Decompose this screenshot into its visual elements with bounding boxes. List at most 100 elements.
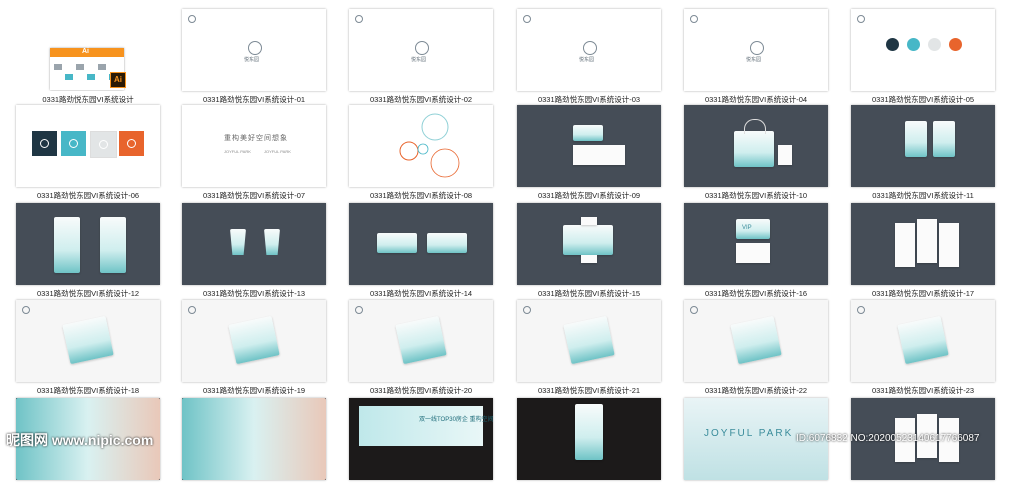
thumbnail-image: 悦东园 (349, 9, 493, 91)
thumbnail-image (517, 203, 661, 285)
stationery-mockup (563, 315, 615, 365)
file-thumbnail[interactable]: 0331路劲悦东园VI系统设计-10 (684, 105, 828, 200)
file-thumbnail[interactable]: 0331路劲悦东园VI系统设计-08 (349, 105, 493, 200)
joyful-wordmark: JOYFUL PARK (264, 149, 291, 154)
file-thumbnail[interactable]: Ai Ai 0331路劲悦东园VI系统设计 (16, 9, 160, 104)
ai-header-label: Ai (82, 48, 89, 55)
corner-logo-icon (188, 15, 196, 23)
thumbnail-image (851, 105, 995, 187)
thumbnail-caption: 0331路劲悦东园VI系统设计-03 (537, 95, 641, 104)
file-thumbnail[interactable] (517, 398, 661, 493)
file-thumbnail[interactable]: JOYFUL PARK (684, 398, 828, 493)
thumbnail-image: 悦东园 (517, 9, 661, 91)
stationery-mockup (62, 315, 114, 365)
file-thumbnail[interactable]: 重构美好空间想象 JOYFUL PARK JOYFUL PARK 0331路劲悦东园V… (182, 105, 326, 200)
thumbnail-caption: 0331路劲悦东园VI系统设计-12 (36, 289, 140, 298)
folder-panel (54, 217, 80, 273)
file-thumbnail[interactable]: 0331路劲悦东园VI系统设计-19 (182, 300, 326, 395)
paper-cup (264, 229, 280, 255)
thumbnail-image (517, 300, 661, 382)
thumbnail-caption: 0331路劲悦东园VI系统设计-01 (202, 95, 306, 104)
corner-logo-icon (22, 306, 30, 314)
billboard-panel: 双一线TOP30房企 重构空间想象 (359, 406, 493, 446)
thumbnail-image (16, 300, 160, 382)
file-thumbnail[interactable] (851, 398, 995, 493)
thumbnail-caption: 0331路劲悦东园VI系统设计-18 (36, 386, 140, 395)
stationery-mockup (228, 315, 280, 365)
envelope (933, 121, 955, 157)
file-thumbnail[interactable]: 0331路劲悦东园VI系统设计-12 (16, 203, 160, 298)
file-thumbnail[interactable]: 悦东园 0331路劲悦东园VI系统设计-02 (349, 9, 493, 104)
thumbnail-caption: 0331路劲悦东园VI系统设计-04 (704, 95, 808, 104)
logo-label: 悦东园 (244, 57, 260, 63)
thumbnail-image (517, 105, 661, 187)
corner-logo-icon (690, 15, 698, 23)
corner-logo-icon (188, 306, 196, 314)
vip-label: VIP (742, 225, 752, 231)
ai-thumb (76, 64, 84, 70)
envelope-wide (377, 233, 417, 253)
thumbnail-caption: 0331路劲悦东园VI系统设计-23 (871, 386, 975, 395)
business-card (573, 125, 603, 141)
corner-logo-icon (857, 306, 865, 314)
corner-logo-icon (523, 306, 531, 314)
thumbnail-image: VIP (684, 203, 828, 285)
file-thumbnail[interactable]: 0331路劲悦东园VI系统设计-22 (684, 300, 828, 395)
thumbnail-image: Ai Ai (16, 9, 160, 91)
color-swatch (907, 38, 920, 51)
stationery-mockup (897, 315, 949, 365)
thumbnail-caption: 0331路劲悦东园VI系统设计-07 (202, 191, 306, 200)
document-page (939, 223, 959, 267)
file-thumbnail[interactable]: 悦东园 0331路劲悦东园VI系统设计-03 (517, 9, 661, 104)
file-thumbnail[interactable]: 0331路劲悦东园VI系统设计-05 (851, 9, 995, 104)
thumbnail-image (16, 203, 160, 285)
file-thumbnail[interactable] (182, 398, 326, 493)
logo-on-color (119, 131, 144, 156)
file-thumbnail[interactable]: 0331路劲悦东园VI系统设计-15 (517, 203, 661, 298)
thumbnail-image (182, 300, 326, 382)
logo-on-color (61, 131, 86, 156)
box-flap (581, 217, 597, 225)
file-thumbnail[interactable]: 0331路劲悦东园VI系统设计-11 (851, 105, 995, 200)
color-swatch (949, 38, 962, 51)
ai-file-icon: Ai (110, 72, 126, 88)
poster-visual (182, 398, 326, 480)
corner-logo-icon (355, 15, 363, 23)
thumbnail-caption: 0331路劲悦东园VI系统设计-10 (704, 191, 808, 200)
file-thumbnail[interactable]: 双一线TOP30房企 重构空间想象 (349, 398, 493, 493)
file-thumbnail[interactable]: 0331路劲悦东园VI系统设计-18 (16, 300, 160, 395)
thumbnail-image (16, 105, 160, 187)
file-thumbnail[interactable]: 0331路劲悦东园VI系统设计-09 (517, 105, 661, 200)
logo-label: 悦东园 (411, 57, 427, 63)
bag-handle (744, 119, 766, 134)
thumbnail-image: 双一线TOP30房企 重构空间想象 (349, 398, 493, 480)
thumbnail-caption: 0331路劲悦东园VI系统设计-02 (369, 95, 473, 104)
joyful-wordmark: JOYFUL PARK (224, 149, 251, 154)
joyful-title: JOYFUL PARK (704, 428, 794, 439)
logo-label: 悦东园 (579, 57, 595, 63)
file-thumbnail[interactable]: 0331路劲悦东园VI系统设计-20 (349, 300, 493, 395)
file-thumbnail[interactable]: 0331路劲悦东园VI系统设计-13 (182, 203, 326, 298)
thumbnail-image (349, 105, 493, 187)
paper-cup (230, 229, 246, 255)
corner-logo-icon (523, 15, 531, 23)
thumbnail-image: 重构美好空间想象 JOYFUL PARK JOYFUL PARK (182, 105, 326, 187)
file-thumbnail[interactable]: 0331路劲悦东园VI系统设计-23 (851, 300, 995, 395)
logo-mark-icon (415, 41, 429, 55)
file-thumbnail[interactable]: 0331路劲悦东园VI系统设计-14 (349, 203, 493, 298)
circle-pattern (399, 113, 460, 178)
tote-bag (734, 131, 774, 167)
file-thumbnail[interactable]: 悦东园 0331路劲悦东园VI系统设计-04 (684, 9, 828, 104)
logo-on-color (32, 131, 57, 156)
file-thumbnail[interactable]: 0331路劲悦东园VI系统设计-17 (851, 203, 995, 298)
tag-card (778, 145, 792, 165)
thumbnail-caption: 0331路劲悦东园VI系统设计-06 (36, 191, 140, 200)
file-thumbnail[interactable]: 0331路劲悦东园VI系统设计-06 (16, 105, 160, 200)
stationery-mockup (730, 315, 782, 365)
file-thumbnail[interactable]: 悦东园 0331路劲悦东园VI系统设计-01 (182, 9, 326, 104)
file-thumbnail[interactable]: VIP 0331路劲悦东园VI系统设计-16 (684, 203, 828, 298)
logo-on-color (90, 131, 117, 158)
document-page (917, 219, 937, 263)
ai-thumb (87, 74, 95, 80)
file-thumbnail[interactable]: 0331路劲悦东园VI系统设计-21 (517, 300, 661, 395)
